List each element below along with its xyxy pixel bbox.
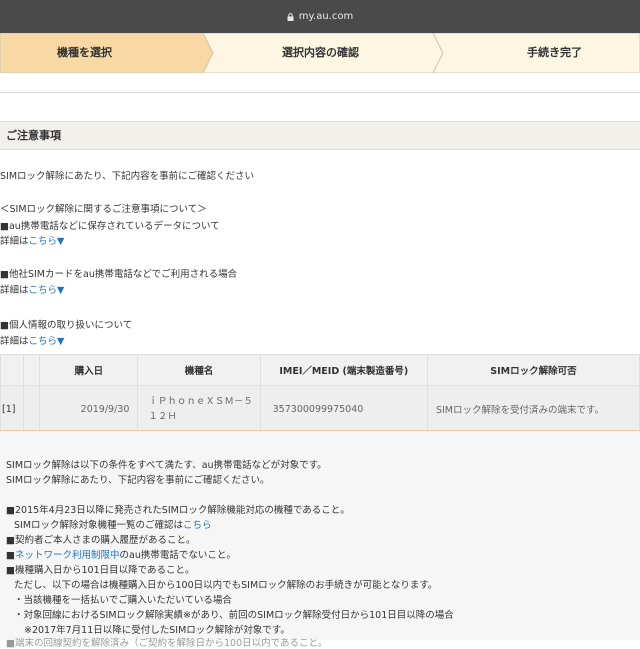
model-list-link[interactable]: こちら — [183, 520, 212, 531]
detail-prefix: 詳細は — [0, 336, 29, 347]
conditions-line1: SIMロック解除は以下の条件をすべて満たす、au携帯電話などが対象です。 — [6, 460, 327, 471]
condition-4-sub: ただし、以下の場合は機種購入日から100日以内でもSIMロック解除のお手続きが可… — [14, 580, 438, 591]
step-3-label: 手続き完了 — [527, 46, 582, 59]
browser-url-bar[interactable]: my.au.com — [0, 0, 640, 33]
notice-item-privacy-label: ■個人情報の取り扱いについて — [0, 320, 133, 331]
condition-4: ■機種購入日から101日目以降であること。 — [6, 565, 195, 576]
notice-item-privacy-detail: 詳細はこちら▼ — [0, 333, 64, 347]
notice-item-data-label: ■au携帯電話などに保存されているデータについて — [0, 221, 220, 232]
divider — [0, 92, 640, 93]
col-check-header — [22, 354, 41, 386]
notice-title: ご注意事項 — [6, 129, 61, 142]
condition-1: ■2015年4月23日以降に発売されたSIMロック解除機能対応の機種であること。 — [6, 505, 350, 516]
notice-item-data-detail: 詳細はこちら▼ — [0, 233, 64, 247]
table-row[interactable]: [1] 2019/9/30 ｉＰｈｏｎｅＸＳＭ－５ １２Ｈ 3573000999… — [0, 385, 640, 433]
condition-3: ■ネットワーク利用制限中のau携帯電話でないこと。 — [6, 547, 236, 561]
url-text: my.au.com — [298, 11, 354, 22]
conditions-panel: SIMロック解除は以下の条件をすべて満たす、au携帯電話などが対象です。 SIM… — [0, 431, 640, 649]
condition-3-suffix: のau携帯電話でないこと。 — [119, 550, 236, 561]
notice-section-heading: ＜SIMロック解除に関するご注意事項について＞ — [0, 204, 207, 215]
row-check — [22, 385, 41, 433]
table-header-row: 購入日 機種名 IMEI／MEID (端末製造番号) SIMロック解除可否 — [0, 354, 640, 386]
col-model-header: 機種名 — [137, 354, 261, 386]
condition-4-note: ※2017年7月11日以降に受付したSIMロック解除が対象です。 — [24, 625, 290, 636]
condition-5-partial: ■端末の回線契約を解除済み（ご契約を解除日から100日以内であること。 — [6, 638, 328, 649]
network-restriction-link[interactable]: ネットワーク利用制限中 — [15, 550, 120, 561]
condition-1-sub: SIMロック解除対象機種一覧のご確認はこちら — [14, 517, 212, 531]
notice-item-simcard-detail: 詳細はこちら▼ — [0, 282, 64, 296]
detail-link-data[interactable]: こちら▼ — [29, 236, 65, 247]
col-purchase-date-header: 購入日 — [39, 354, 139, 386]
device-table: 購入日 機種名 IMEI／MEID (端末製造番号) SIMロック解除可否 [1… — [0, 354, 640, 433]
col-sim-unlock-header: SIMロック解除可否 — [426, 354, 640, 386]
row-model: ｉＰｈｏｎｅＸＳＭ－５ １２Ｈ — [137, 385, 261, 433]
row-index: [1] — [0, 385, 24, 433]
condition-4-bullet-1: ・当該機種を一括払いでご購入いただいている場合 — [14, 595, 232, 606]
condition-3-prefix: ■ — [6, 550, 15, 561]
col-imei-header: IMEI／MEID (端末製造番号) — [259, 354, 428, 386]
notice-intro: SIMロック解除にあたり、下記内容を事前にご確認ください — [0, 171, 254, 182]
row-purchase-date: 2019/9/30 — [39, 385, 139, 433]
condition-2: ■契約者ご本人さまの購入履歴があること。 — [6, 535, 196, 546]
condition-4-bullet-2: ・対象回線におけるSIMロック解除実績※があり、前回のSIMロック解除受付日から… — [14, 610, 454, 621]
step-progress: 機種を選択 選択内容の確認 手続き完了 — [0, 33, 640, 73]
step-2-label: 選択内容の確認 — [282, 46, 359, 59]
detail-prefix: 詳細は — [0, 285, 29, 296]
condition-1-sub-text: SIMロック解除対象機種一覧のご確認は — [14, 520, 184, 531]
row-model-line1: ｉＰｈｏｎｅＸＳＭ－５ — [148, 396, 253, 407]
row-model-line2: １２Ｈ — [148, 411, 177, 422]
row-status: SIMロック解除を受付済みの端末です。 — [426, 385, 640, 433]
col-index-header — [0, 354, 24, 386]
detail-link-privacy[interactable]: こちら▼ — [29, 336, 65, 347]
detail-link-simcard[interactable]: こちら▼ — [29, 285, 65, 296]
step-1-label: 機種を選択 — [57, 46, 112, 59]
conditions-line2: SIMロック解除にあたり、下記内容を事前にご確認ください。 — [6, 475, 270, 486]
notice-item-simcard-label: ■他社SIMカードをau携帯電話などでご利用される場合 — [0, 269, 238, 280]
detail-prefix: 詳細は — [0, 236, 29, 247]
notice-header: ご注意事項 — [0, 121, 640, 150]
lock-icon — [287, 12, 294, 21]
row-imei: 357300099975040 — [259, 385, 428, 433]
